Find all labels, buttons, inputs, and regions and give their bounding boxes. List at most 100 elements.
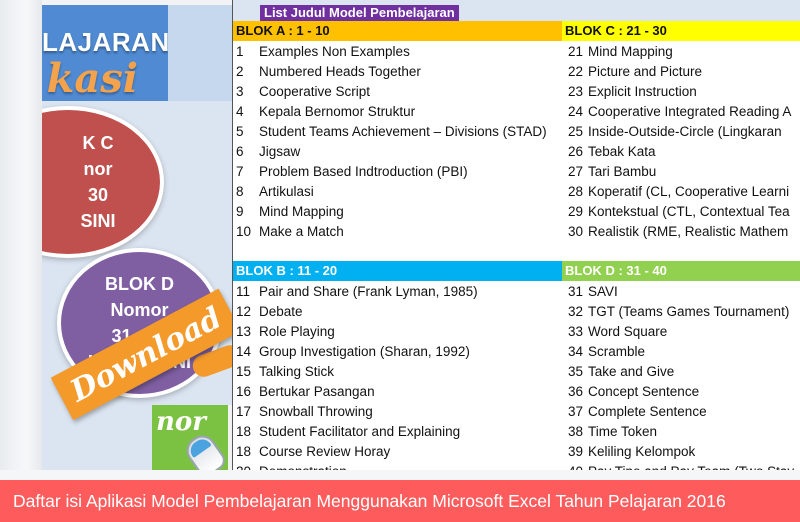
banner-title: LAJARAN [42,27,170,57]
row-number: 4 [236,104,244,119]
row-number: 24 [568,104,584,119]
blok-c-rows: 21 Mind Mapping 22 Picture and Picture 23 Exp… [562,42,800,242]
model-name: Mind Mapping [259,204,344,219]
table-row[interactable]: 31 SAVI [562,282,800,302]
blok-c-line-2: nor [83,159,113,179]
table-row[interactable]: 8 Artikulasi [233,182,562,202]
table-row[interactable]: 40Pay Tipe and Pay Team (Two Stay [562,462,800,470]
model-name: Realistik (RME, Realistic Mathem [588,224,789,239]
row-number: 17 [236,404,252,419]
table-row[interactable]: 32 TGT (Teams Games Tournament) [562,302,800,322]
blok-d-header: BLOK D : 31 - 40 [562,261,800,281]
row-number: 25 [568,124,584,139]
model-name: Tari Bambu [588,164,657,179]
table-row[interactable]: 2 Numbered Heads Together [233,62,562,82]
model-name: Cooperative Integrated Reading A [588,104,792,119]
table-row[interactable]: 5 Student Teams Achievement – Divisions (… [233,122,562,142]
table-row[interactable]: 10 Make a Match [233,222,562,242]
model-name: Role Playing [259,324,335,339]
row-number: 8 [236,184,244,199]
blok-b-header: BLOK B : 11 - 20 [233,261,562,281]
blok-b-rows: 11 Pair and Share (Frank Lyman, 1985) 12 De… [233,282,562,470]
model-name: Inside-Outside-Circle (Lingkaran [588,124,782,139]
row-number: 34 [568,344,584,359]
model-name: Student Facilitator and Explaining [259,424,461,439]
row-number: 16 [236,384,252,399]
row-number: 30 [568,224,584,239]
model-name: Course Review Horay [259,444,391,459]
table-row[interactable]: 33 Word Square [562,322,800,342]
model-name: Koperatif (CL, Cooperative Learni [588,184,790,199]
model-name: Explicit Instruction [588,84,697,99]
blok-c-line-4: SINI [80,211,116,231]
table-row[interactable]: 18 Student Facilitator and Explaining [233,422,562,442]
model-name: Tebak Kata [588,144,656,159]
table-row[interactable]: 27 Tari Bambu [562,162,800,182]
row-number: 13 [236,324,252,339]
table-row[interactable]: 37 Complete Sentence [562,402,800,422]
model-name: Artikulasi [259,184,314,199]
banner-subtitle: kasi [46,55,138,102]
table-row[interactable]: 23 Explicit Instruction [562,82,800,102]
table-row[interactable]: 18 Course Review Horay [233,442,562,462]
table-row[interactable]: 20Demonstration [233,462,562,470]
model-name: Student Teams Achievement – Divisions (S… [259,124,547,139]
table-row[interactable]: 36 Concept Sentence [562,382,800,402]
table-row[interactable]: 6 Jigsaw [233,142,562,162]
site-logo-box: nor [152,405,229,470]
row-number: 28 [568,184,584,199]
blok-d-rows: 31 SAVI 32 TGT (Teams Games Tournament) 33 Wo… [562,282,800,470]
table-row[interactable]: 14 Group Investigation (Sharan, 1992) [233,342,562,362]
model-name: Snowball Throwing [259,404,373,419]
table-row[interactable]: 34 Scramble [562,342,800,362]
model-name: SAVI [588,284,618,299]
spreadsheet-view: LAJARAN kasi K C nor 30 SINI BLOK D Nomo… [42,0,800,470]
table-row[interactable]: 4 Kepala Bernomor Struktur [233,102,562,122]
model-name: Bertukar Pasangan [259,384,375,399]
model-name: Jigsaw [259,144,301,159]
model-name: Debate [259,304,303,319]
table-row[interactable]: 38 Time Token [562,422,800,442]
table-row[interactable]: 13 Role Playing [233,322,562,342]
row-number: 38 [568,424,584,439]
table-row[interactable]: 16 Bertukar Pasangan [233,382,562,402]
table-row[interactable]: 22 Picture and Picture [562,62,800,82]
table-row[interactable]: 1 Examples Non Examples [233,42,562,62]
table-row[interactable]: 15 Talking Stick [233,362,562,382]
row-number: 14 [236,344,252,359]
blok-a-rows: 1 Examples Non Examples 2 Numbered Heads To… [233,42,562,242]
table-row[interactable]: 21 Mind Mapping [562,42,800,62]
table-row[interactable]: 30 Realistik (RME, Realistic Mathem [562,222,800,242]
model-name: Problem Based Indtroduction (PBI) [259,164,468,179]
footer-caption: Daftar isi Aplikasi Model Pembelajaran M… [0,480,800,522]
row-number: 33 [568,324,584,339]
table-row[interactable]: 35 Take and Give [562,362,800,382]
table-row[interactable]: 25 Inside-Outside-Circle (Lingkaran [562,122,800,142]
table-row[interactable]: 39 Keliling Kelompok [562,442,800,462]
table-row[interactable]: 12 Debate [233,302,562,322]
table-row[interactable]: 29 Kontekstual (CTL, Contextual Tea [562,202,800,222]
app-banner: LAJARAN kasi [42,5,170,102]
row-number: 40 [562,462,584,470]
table-row[interactable]: 26 Tebak Kata [562,142,800,162]
row-number: 11 [236,284,251,299]
table-row[interactable]: 17 Snowball Throwing [233,402,562,422]
blok-a-header: BLOK A : 1 - 10 [233,21,562,41]
model-name: Scramble [588,344,646,359]
model-name: Mind Mapping [588,44,673,59]
row-number: 32 [568,304,584,319]
row-number: 31 [568,284,584,299]
table-row[interactable]: 24 Cooperative Integrated Reading A [562,102,800,122]
table-row[interactable]: 7 Problem Based Indtroduction (PBI) [233,162,562,182]
table-row[interactable]: 3 Cooperative Script [233,82,562,102]
table-row[interactable]: 28 Koperatif (CL, Cooperative Learni [562,182,800,202]
table-row[interactable]: 9 Mind Mapping [233,202,562,222]
row-number: 15 [236,364,252,379]
model-list-table: List Judul Model Pembelajaran BLOK A : 1… [232,0,800,470]
row-number: 1 [236,44,244,59]
footer-gap [0,470,800,480]
row-number: 39 [568,444,584,459]
row-number: 18 [236,424,252,439]
model-name: TGT (Teams Games Tournament) [588,304,790,319]
table-row[interactable]: 11 Pair and Share (Frank Lyman, 1985) [233,282,562,302]
